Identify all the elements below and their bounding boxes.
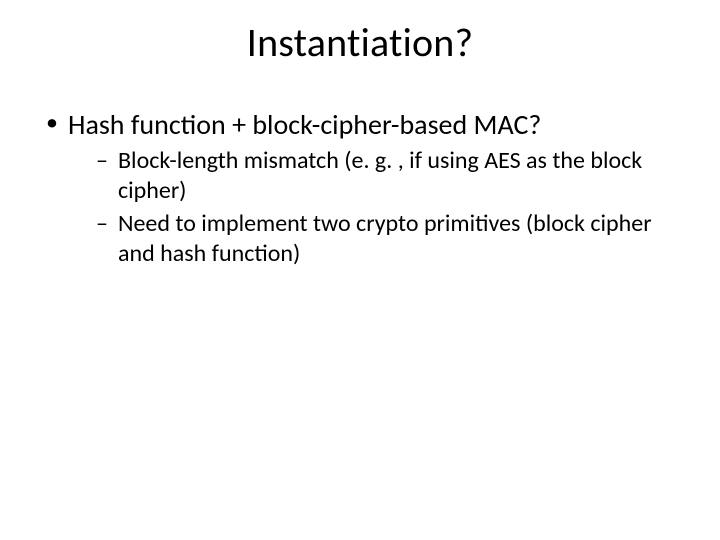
slide: Instantiation? Hash function + block-cip…: [0, 0, 720, 540]
sub-bullet-list: Block-length mismatch (e. g. , if using …: [68, 146, 680, 269]
bullet-text: Hash function + block-cipher-based MAC?: [68, 107, 541, 142]
list-item: Need to implement two crypto primitives …: [96, 209, 680, 269]
list-item: Block-length mismatch (e. g. , if using …: [96, 146, 680, 206]
bullet-text: Need to implement two crypto primitives …: [118, 209, 652, 268]
bullet-text: Block-length mismatch (e. g. , if using …: [118, 146, 642, 205]
slide-title: Instantiation?: [40, 18, 680, 67]
bullet-list: Hash function + block-cipher-based MAC? …: [40, 107, 680, 269]
list-item: Hash function + block-cipher-based MAC? …: [40, 107, 680, 269]
